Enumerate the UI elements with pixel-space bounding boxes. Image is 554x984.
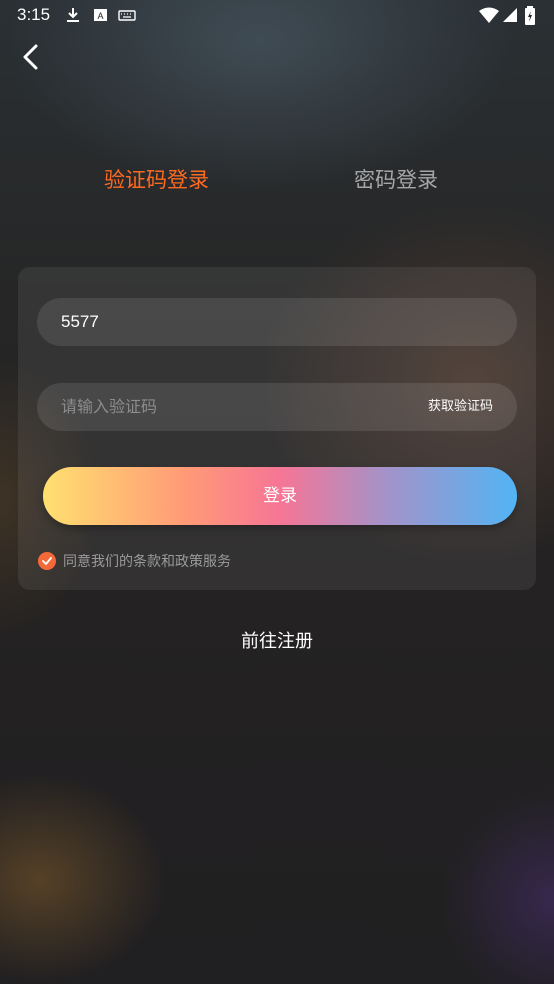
get-code-button[interactable]: 获取验证码 [428,383,493,431]
keyboard-icon [118,6,136,28]
battery-icon [524,6,536,30]
a-box-icon: A [93,6,109,28]
wifi-icon [478,6,500,28]
tab-sms-login[interactable]: 验证码登录 [104,164,209,194]
login-button[interactable]: 登录 [43,467,517,525]
agree-terms-label: 同意我们的条款和政策服务 [63,554,231,570]
phone-input[interactable] [61,298,401,346]
chevron-left-icon [20,43,42,75]
svg-text:A: A [97,11,103,21]
download-icon [64,6,82,28]
back-button[interactable] [14,42,48,76]
tab-password-login[interactable]: 密码登录 [354,164,438,194]
phone-field[interactable] [37,298,517,346]
code-field[interactable]: 获取验证码 [37,383,517,431]
status-time: 3:15 [17,5,51,24]
code-input[interactable] [61,383,401,431]
status-bar: 3:15 A [0,0,554,30]
register-link[interactable]: 前往注册 [0,627,554,653]
agree-terms[interactable]: 同意我们的条款和政策服务 [38,551,231,571]
signal-icon [502,6,518,28]
checkbox-checked-icon[interactable] [38,552,56,570]
